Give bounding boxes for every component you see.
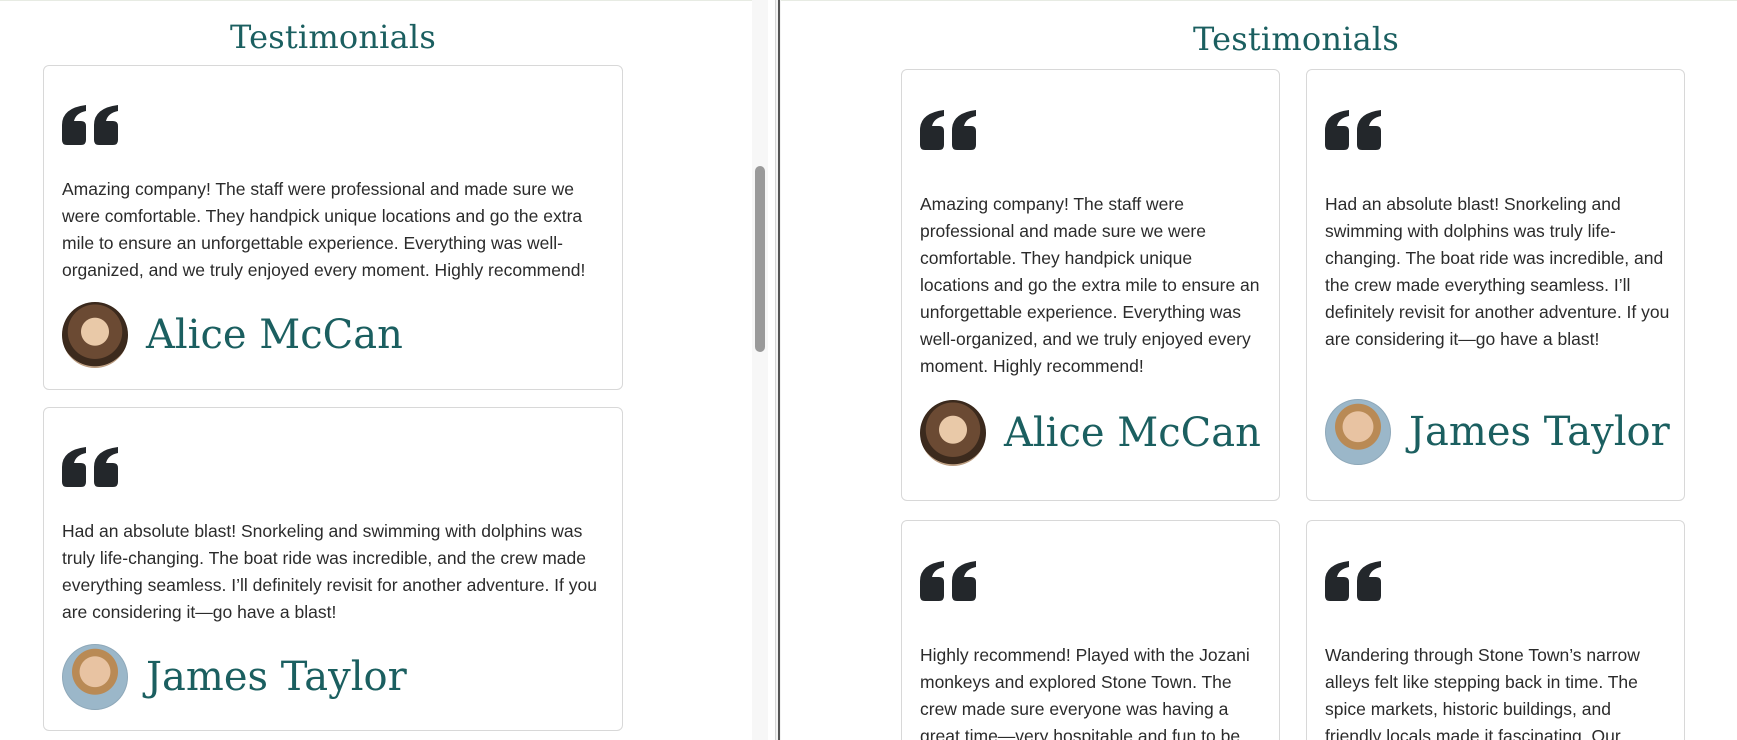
testimonial-card-alice: Amazing company! The staff were professi… [43,65,623,390]
testimonial-card-alice: Amazing company! The staff were professi… [901,69,1280,501]
author-name: James Taylor [1409,409,1670,455]
testimonial-card-james: Had an absolute blast! Snorkeling and sw… [43,407,623,731]
testimonial-card-stone-town: Wandering through Stone Town’s narrow al… [1306,520,1685,740]
quote-icon [1325,559,1381,601]
avatar-icon [920,400,986,466]
testimonial-text: Had an absolute blast! Snorkeling and sw… [1325,194,1670,349]
scrollbar-thumb[interactable] [755,166,765,352]
top-border-line [781,0,1737,1]
wide-viewport-pane: Testimonials Amazing company! The staff … [781,0,1737,740]
author-name: James Taylor [146,654,407,700]
narrow-viewport-pane: Testimonials Amazing company! The staff … [0,0,752,740]
avatar-icon [62,644,128,710]
testimonial-author: Alice McCan [62,301,403,369]
divider-handle[interactable] [778,0,780,740]
testimonial-author: Alice McCan [920,399,1261,467]
vertical-scrollbar[interactable] [752,0,768,740]
quote-icon [62,445,118,487]
testimonial-text: Had an absolute blast! Snorkeling and sw… [62,521,597,622]
section-title: Testimonials [230,18,436,56]
avatar-icon [62,302,128,368]
quote-icon [1325,108,1381,150]
testimonial-card-james: Had an absolute blast! Snorkeling and sw… [1306,69,1685,501]
quote-icon [62,103,118,145]
author-name: Alice McCan [1004,410,1261,456]
top-border-line [0,0,752,1]
author-name: Alice McCan [146,312,403,358]
testimonial-author: James Taylor [1325,398,1670,466]
testimonial-text: Amazing company! The staff were professi… [62,179,586,280]
testimonial-author: James Taylor [62,643,407,711]
quote-icon [920,108,976,150]
testimonial-text: Wandering through Stone Town’s narrow al… [1325,645,1640,740]
testimonial-text: Highly recommend! Played with the Jozani… [920,645,1250,740]
section-title: Testimonials [1193,20,1399,58]
testimonial-text: Amazing company! The staff were professi… [920,194,1260,376]
avatar-icon [1325,399,1391,465]
testimonial-card-jozani: Highly recommend! Played with the Jozani… [901,520,1280,740]
quote-icon [920,559,976,601]
